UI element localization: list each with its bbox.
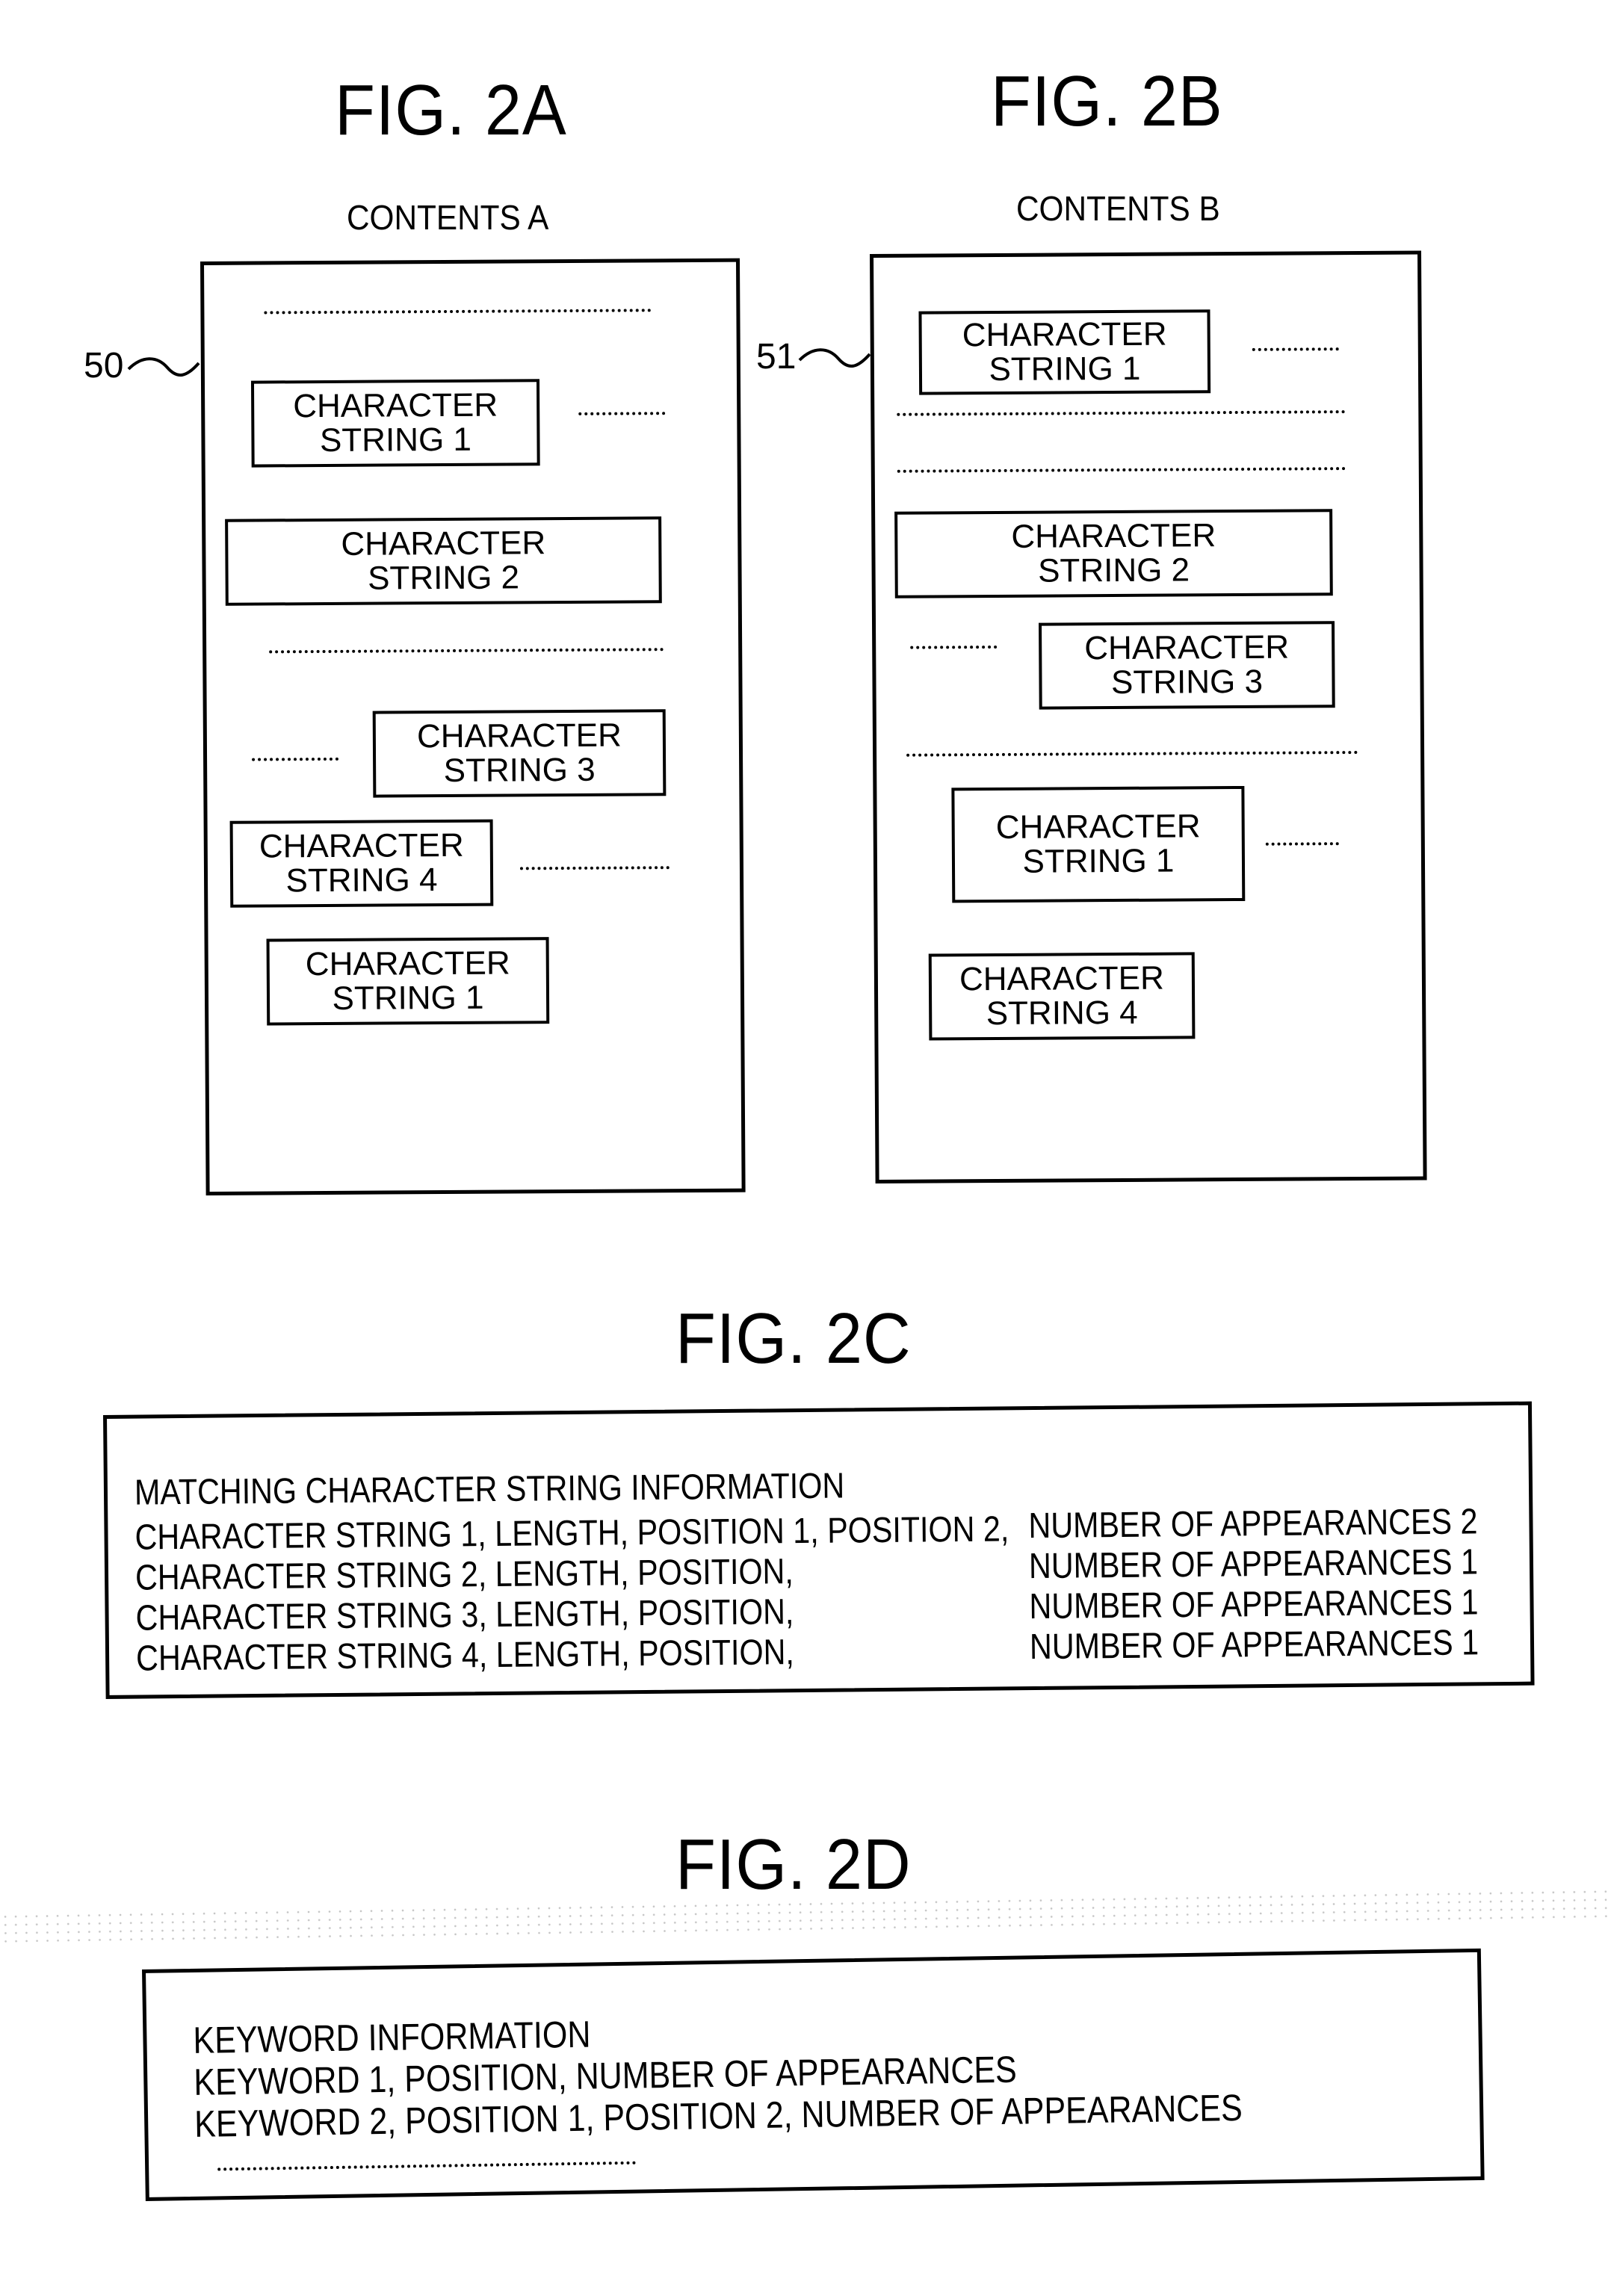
leader-line-icon <box>127 357 200 377</box>
fig-2a-title: FIG. 2A <box>335 70 567 150</box>
box-line-2: STRING 1 <box>332 979 484 1017</box>
character-string-box: CHARACTER STRING 4 <box>928 952 1196 1041</box>
box-line-2: STRING 3 <box>1110 663 1264 702</box>
text-placeholder-dots <box>252 757 339 761</box>
info-row-appearances: NUMBER OF APPEARANCES 1 <box>1029 1582 1479 1627</box>
reference-number-50: 50 <box>84 346 124 386</box>
character-string-box: CHARACTER STRING 2 <box>225 516 662 606</box>
text-placeholder-dots <box>1265 842 1339 846</box>
info-row: CHARACTER STRING 3, LENGTH, POSITION, NU… <box>107 1405 1528 1638</box>
leader-line-icon <box>798 348 871 368</box>
info-row-left: CHARACTER STRING 3, LENGTH, POSITION, <box>135 1592 794 1639</box>
character-string-box: CHARACTER STRING 4 <box>229 819 494 908</box>
text-placeholder-dots <box>578 412 666 415</box>
box-line-2: STRING 2 <box>1037 551 1190 590</box>
info-row: CHARACTER STRING 2, LENGTH, POSITION, NU… <box>107 1405 1528 1597</box>
character-string-box: CHARACTER STRING 1 <box>951 785 1246 903</box>
character-string-box: CHARACTER STRING 1 <box>918 309 1211 395</box>
box-line-2: STRING 1 <box>1022 842 1175 880</box>
box-line-1: CHARACTER <box>962 315 1167 354</box>
info-heading: MATCHING CHARACTER STRING INFORMATION <box>134 1466 845 1513</box>
contents-a-label: CONTENTS A <box>347 198 549 237</box>
info-row-appearances: NUMBER OF APPEARANCES 2 <box>1028 1502 1478 1547</box>
info-row-left: CHARACTER STRING 2, LENGTH, POSITION, <box>134 1552 794 1598</box>
box-line-1: CHARACTER <box>1084 628 1290 667</box>
character-string-box: CHARACTER STRING 2 <box>894 509 1333 598</box>
reference-number-51: 51 <box>756 337 797 377</box>
info-heading: KEYWORD INFORMATION <box>193 2013 591 2061</box>
text-placeholder-dots <box>1252 347 1339 351</box>
box-line-1: CHARACTER <box>1011 517 1216 555</box>
text-placeholder-dots <box>906 751 1358 757</box>
info-row-left: CHARACTER STRING 1, LENGTH, POSITION 1, … <box>134 1509 1009 1558</box>
info-row-left: CHARACTER STRING 4, LENGTH, POSITION, <box>135 1633 795 1679</box>
text-placeholder-dots <box>897 467 1346 473</box>
info-row-appearances: NUMBER OF APPEARANCES 1 <box>1028 1542 1479 1587</box>
box-line-1: CHARACTER <box>305 944 510 983</box>
box-line-1: CHARACTER <box>341 525 546 563</box>
box-line-1: CHARACTER <box>416 717 622 755</box>
fig-2c-title: FIG. 2C <box>675 1299 912 1378</box>
character-string-box: CHARACTER STRING 1 <box>266 937 550 1026</box>
box-line-2: STRING 2 <box>367 559 520 597</box>
character-string-box: CHARACTER STRING 3 <box>1039 621 1335 710</box>
box-line-1: CHARACTER <box>293 386 498 425</box>
text-placeholder-dots <box>910 645 998 649</box>
box-line-2: STRING 4 <box>285 861 438 900</box>
text-placeholder-dots <box>269 648 664 654</box>
matching-character-string-info-box: MATCHING CHARACTER STRING INFORMATION CH… <box>103 1401 1535 1699</box>
contents-a-document: CHARACTER STRING 1 CHARACTER STRING 2 CH… <box>200 258 746 1195</box>
character-string-box: CHARACTER STRING 1 <box>250 379 540 468</box>
fig-2b-title: FIG. 2B <box>991 61 1223 141</box>
box-line-2: STRING 1 <box>989 350 1141 389</box>
info-row: CHARACTER STRING 1, LENGTH, POSITION 1, … <box>107 1405 1528 1557</box>
box-line-2: STRING 4 <box>986 994 1138 1033</box>
text-placeholder-dots <box>264 309 652 315</box>
box-line-1: CHARACTER <box>259 826 464 865</box>
contents-b-label: CONTENTS B <box>1016 189 1220 228</box>
text-placeholder-dots <box>519 866 670 870</box>
text-placeholder-dots <box>897 410 1346 416</box>
info-row-appearances: NUMBER OF APPEARANCES 1 <box>1029 1623 1479 1668</box>
character-string-box: CHARACTER STRING 3 <box>372 709 667 798</box>
box-line-1: CHARACTER <box>959 959 1164 998</box>
keyword-info-box: KEYWORD INFORMATION KEYWORD 1, POSITION,… <box>142 1948 1485 2201</box>
box-line-2: STRING 3 <box>443 751 596 790</box>
contents-b-document: CHARACTER STRING 1 CHARACTER STRING 2 CH… <box>870 250 1427 1183</box>
info-row: CHARACTER STRING 4, LENGTH, POSITION, NU… <box>107 1405 1528 1678</box>
box-line-2: STRING 1 <box>319 421 472 459</box>
text-placeholder-dots <box>217 2161 637 2171</box>
box-line-1: CHARACTER <box>995 808 1201 846</box>
fig-2d-title: FIG. 2D <box>675 1825 912 1904</box>
